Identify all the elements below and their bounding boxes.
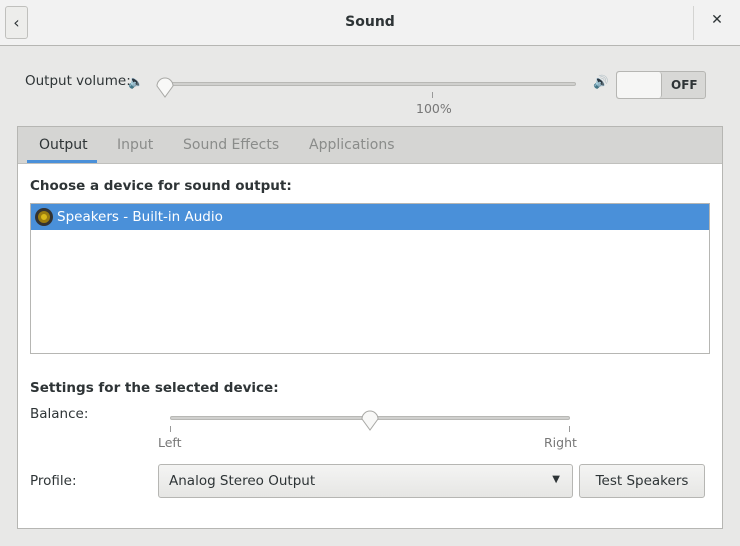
- tick-mark: [432, 92, 433, 98]
- settings-label: Settings for the selected device:: [30, 380, 279, 396]
- output-volume-slider[interactable]: [158, 82, 576, 86]
- tick-mark: [170, 426, 171, 432]
- profile-label: Profile:: [30, 473, 77, 489]
- profile-value: Analog Stereo Output: [169, 473, 316, 489]
- volume-slider-handle[interactable]: [155, 76, 175, 98]
- close-button[interactable]: ✕: [706, 12, 728, 34]
- dropdown-arrow-icon: ▼: [552, 474, 560, 485]
- device-name: Speakers - Built-in Audio: [57, 209, 223, 225]
- balance-slider-handle[interactable]: [360, 409, 380, 431]
- tab-bar: Output Input Sound Effects Applications: [18, 127, 722, 164]
- tab-applications[interactable]: Applications: [309, 137, 395, 153]
- close-icon: ✕: [711, 12, 723, 28]
- choose-device-label: Choose a device for sound output:: [30, 178, 292, 194]
- tab-input[interactable]: Input: [117, 137, 153, 153]
- mute-toggle[interactable]: OFF: [616, 71, 706, 99]
- device-list[interactable]: Speakers - Built-in Audio: [30, 203, 710, 354]
- volume-low-icon: 🔈: [128, 74, 144, 89]
- balance-label: Balance:: [30, 406, 89, 422]
- tab-panel: Output Input Sound Effects Applications …: [17, 126, 723, 529]
- volume-100-label: 100%: [416, 101, 452, 116]
- toggle-label: OFF: [671, 78, 698, 92]
- tab-sound-effects[interactable]: Sound Effects: [183, 137, 279, 153]
- active-tab-indicator: [27, 160, 97, 163]
- divider: [693, 6, 694, 40]
- list-item[interactable]: Speakers - Built-in Audio: [31, 204, 709, 230]
- speaker-icon: [35, 208, 53, 226]
- volume-high-icon: 🔊: [593, 74, 609, 89]
- tick-mark: [569, 426, 570, 432]
- tab-output[interactable]: Output: [39, 137, 88, 153]
- output-volume-label: Output volume:: [25, 73, 131, 89]
- balance-left-label: Left: [158, 435, 182, 450]
- window-title: Sound: [345, 14, 395, 30]
- test-speakers-button[interactable]: Test Speakers: [579, 464, 705, 498]
- profile-dropdown[interactable]: Analog Stereo Output ▼: [158, 464, 573, 498]
- toggle-thumb: [617, 72, 662, 98]
- balance-right-label: Right: [544, 435, 577, 450]
